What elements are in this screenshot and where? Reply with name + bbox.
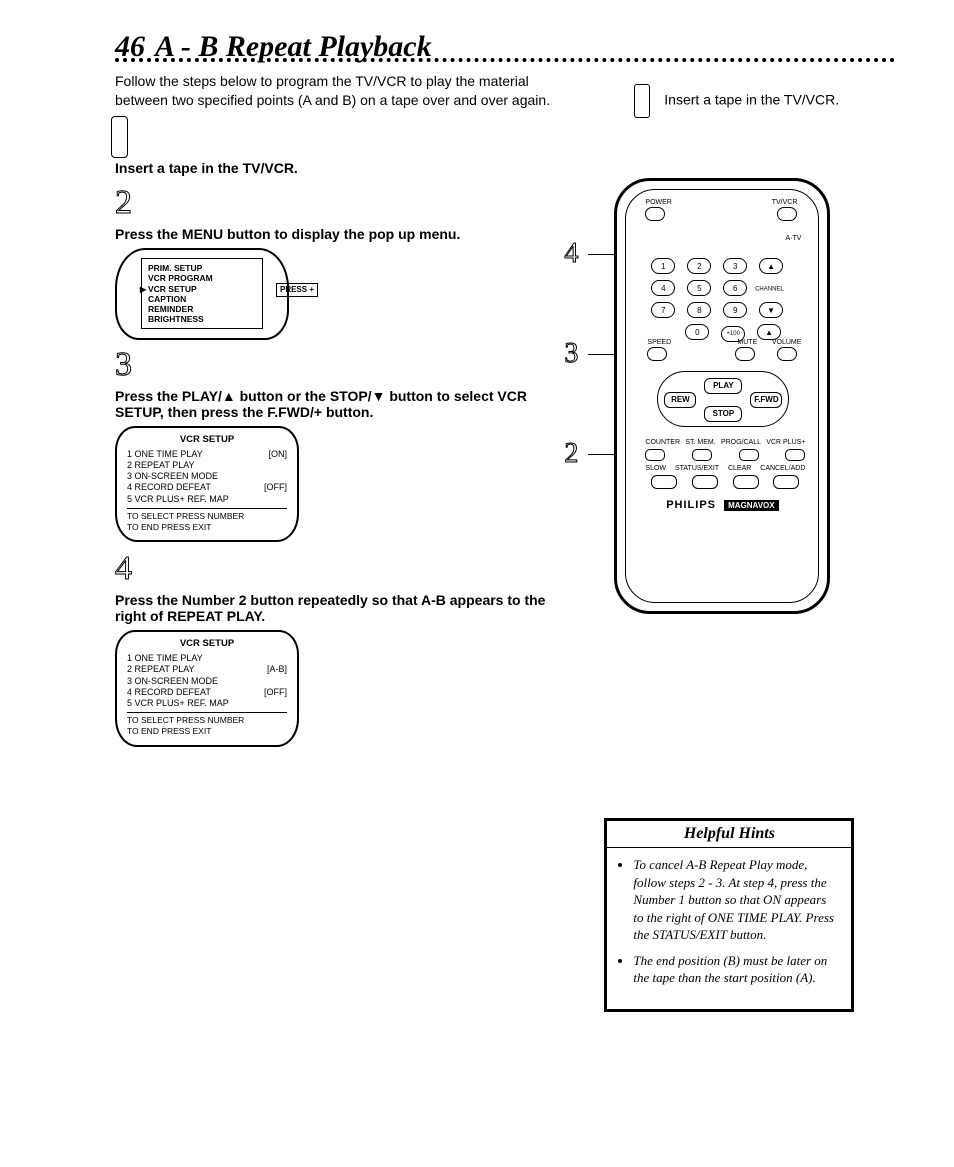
remote-tvvcr-button bbox=[777, 207, 797, 221]
remote-key-5: 5 bbox=[687, 280, 711, 296]
vcr-setup-heading: VCR SETUP bbox=[127, 638, 287, 650]
remote-play-button: PLAY bbox=[704, 378, 742, 394]
remote-key-ch-up: ▲ bbox=[759, 258, 783, 274]
remote-vol-button bbox=[777, 347, 797, 361]
remote-brand: PHILIPS MAGNAVOX bbox=[617, 499, 827, 511]
helpful-hints-title: Helpful Hints bbox=[607, 821, 851, 848]
remote-key-2: 2 bbox=[687, 258, 711, 274]
remote-key-9: 9 bbox=[723, 302, 747, 318]
remote-key-ch-down: ▼ bbox=[759, 302, 783, 318]
step-3-text: Press the PLAY/▲ button or the STOP/▼ bu… bbox=[115, 388, 554, 420]
remote-row2-buttons bbox=[651, 475, 799, 489]
step-3-number: 3 bbox=[115, 346, 132, 384]
page-number: 46 bbox=[115, 30, 145, 64]
remote-key-6: 6 bbox=[723, 280, 747, 296]
side-step-1-text: Insert a tape in the TV/VCR. bbox=[664, 92, 839, 108]
menu-item: VCR SETUP bbox=[148, 284, 256, 294]
remote-brand-sub: MAGNAVOX bbox=[724, 500, 779, 511]
vcr-setup-heading: VCR SETUP bbox=[127, 434, 287, 446]
remote-key-3: 3 bbox=[723, 258, 747, 274]
remote-small-button bbox=[773, 475, 799, 489]
setup-footer: TO SELECT PRESS NUMBER bbox=[127, 715, 287, 726]
remote-speed-button bbox=[647, 347, 667, 361]
remote-menu-button bbox=[651, 475, 677, 489]
remote-illustration: POWER TV/VCR A·TV 1 2 3 ▲ 4 5 6 CHANNEL bbox=[614, 178, 830, 614]
remote-ffwd-button: F.FWD bbox=[750, 392, 782, 408]
remote-key-1: 1 bbox=[651, 258, 675, 274]
menu-item: CAPTION bbox=[148, 294, 256, 304]
remote-label-mute: MUTE bbox=[737, 339, 757, 346]
press-plus-label: PRESS + bbox=[276, 283, 318, 297]
helpful-hints-box: Helpful Hints To cancel A-B Repeat Play … bbox=[604, 818, 854, 1012]
remote-row-buttons bbox=[645, 449, 805, 461]
step-4-number: 4 bbox=[115, 550, 132, 588]
menu-item: BRIGHTNESS bbox=[148, 314, 256, 324]
remote-small-button bbox=[739, 449, 759, 461]
menu-item: REMINDER bbox=[148, 304, 256, 314]
remote-label-tvvcr: TV/VCR bbox=[772, 199, 798, 206]
step-2-number: 2 bbox=[115, 184, 132, 222]
remote-mute-button bbox=[735, 347, 755, 361]
remote-callout-4: 4 bbox=[564, 238, 578, 270]
hint-item: To cancel A-B Repeat Play mode, follow s… bbox=[633, 856, 839, 944]
side-step-1: Insert a tape in the TV/VCR. bbox=[634, 84, 894, 118]
intro-text: Follow the steps below to program the TV… bbox=[115, 72, 554, 110]
step-2-text: Press the MENU button to display the pop… bbox=[115, 226, 554, 242]
setup-footer: TO END PRESS EXIT bbox=[127, 726, 287, 737]
menu-item: PRIM. SETUP bbox=[148, 263, 256, 273]
remote-brand-name: PHILIPS bbox=[666, 499, 716, 511]
remote-key-8: 8 bbox=[687, 302, 711, 318]
remote-rew-button: REW bbox=[664, 392, 696, 408]
remote-label-channel: CHANNEL bbox=[755, 287, 784, 293]
remote-small-button bbox=[733, 475, 759, 489]
remote-key-vol-up: ▲ bbox=[757, 324, 781, 340]
remote-small-button bbox=[785, 449, 805, 461]
remote-key-7: 7 bbox=[651, 302, 675, 318]
remote-transport: PLAY REW F.FWD STOP bbox=[657, 371, 789, 427]
menu-item: VCR PROGRAM bbox=[148, 273, 256, 283]
page-title: A - B Repeat Playback bbox=[155, 30, 432, 64]
remote-label-atv: A·TV bbox=[785, 235, 801, 242]
remote-power-button bbox=[645, 207, 665, 221]
remote-stop-button: STOP bbox=[704, 406, 742, 422]
hint-item: The end position (B) must be later on th… bbox=[633, 952, 839, 987]
remote-label-speed: SPEED bbox=[647, 339, 671, 346]
setup-footer: TO END PRESS EXIT bbox=[127, 522, 287, 533]
side-step-1-icon bbox=[634, 84, 650, 118]
step-1-number bbox=[115, 118, 124, 156]
popup-menu-screen: ▶ PRIM. SETUP VCR PROGRAM VCR SETUP CAPT… bbox=[115, 248, 289, 340]
remote-key-4: 4 bbox=[651, 280, 675, 296]
step-4-text: Press the Number 2 button repeatedly so … bbox=[115, 592, 554, 624]
popup-menu-box: ▶ PRIM. SETUP VCR PROGRAM VCR SETUP CAPT… bbox=[141, 258, 263, 329]
step-1-text: Insert a tape in the TV/VCR. bbox=[115, 160, 554, 176]
remote-keypad: 1 2 3 ▲ 4 5 6 CHANNEL 7 8 9 ▼ 0 bbox=[647, 255, 797, 345]
remote-callout-2: 2 bbox=[564, 438, 578, 470]
remote-small-button bbox=[645, 449, 665, 461]
remote-label-volume: VOLUME bbox=[772, 339, 802, 346]
remote-small-button bbox=[692, 475, 718, 489]
setup-footer: TO SELECT PRESS NUMBER bbox=[127, 511, 287, 522]
vcr-setup-screen-b: VCR SETUP 1 ONE TIME PLAY 2 REPEAT PLAY[… bbox=[115, 630, 299, 746]
remote-row-labels: COUNTER ST. MEM. PROG/CALL VCR PLUS+ bbox=[645, 439, 805, 446]
remote-key-0: 0 bbox=[685, 324, 709, 340]
remote-callout-3: 3 bbox=[564, 338, 578, 370]
remote-small-button bbox=[692, 449, 712, 461]
remote-row2-labels: SLOW STATUS/EXIT CLEAR CANCEL/ADD bbox=[645, 465, 805, 472]
vcr-setup-screen-a: VCR SETUP 1 ONE TIME PLAY[ON] 2 REPEAT P… bbox=[115, 426, 299, 542]
remote-label-power: POWER bbox=[645, 199, 671, 206]
